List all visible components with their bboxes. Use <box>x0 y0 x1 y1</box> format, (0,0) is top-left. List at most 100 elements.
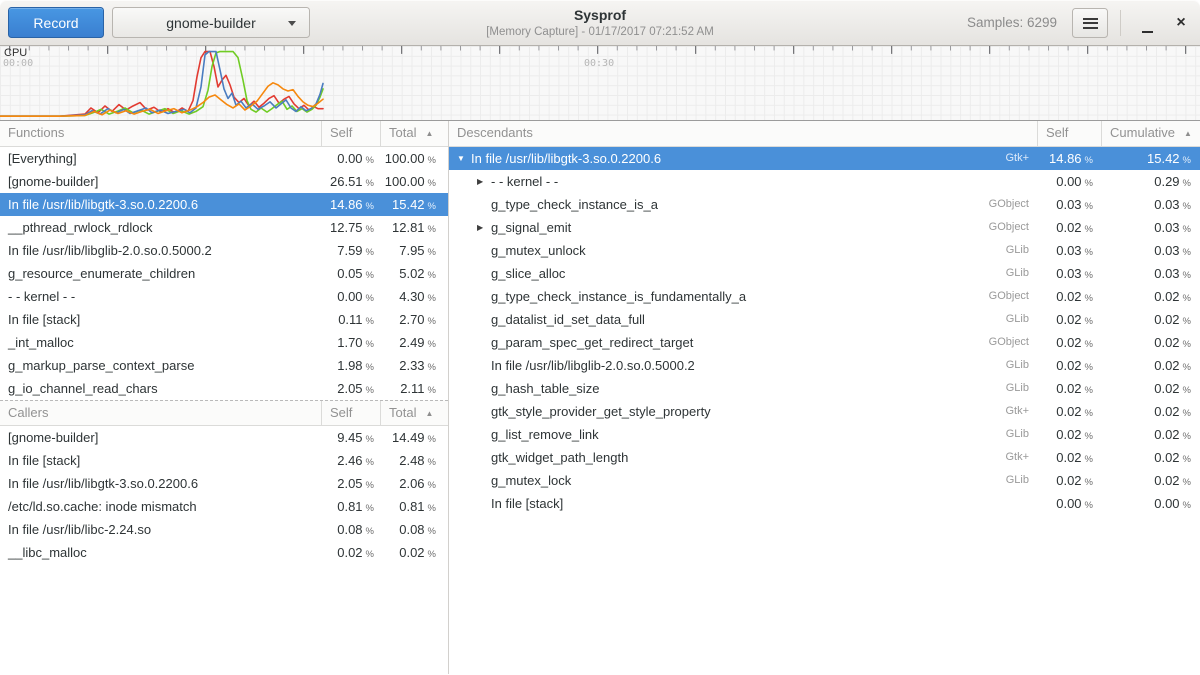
self-percent: 9.45% <box>321 426 380 449</box>
descendants-row[interactable]: g_mutex_lockGLib0.02%0.02% <box>449 469 1200 492</box>
descendants-row[interactable]: ▶- - kernel - -0.00%0.29% <box>449 170 1200 193</box>
descendants-row[interactable]: g_hash_table_sizeGLib0.02%0.02% <box>449 377 1200 400</box>
functions-row[interactable]: __pthread_rwlock_rdlock12.75%12.81% <box>0 216 448 239</box>
cpu-graph[interactable]: CPU 00:0000:30 <box>0 46 1200 121</box>
functions-row[interactable]: g_io_channel_read_chars2.05%2.11% <box>0 377 448 400</box>
symbol-name: g_markup_parse_context_parse <box>0 354 321 377</box>
column-header-descendants[interactable]: Descendants <box>449 121 1037 146</box>
symbol-name: g_list_remove_link <box>491 423 599 446</box>
percent-sign: % <box>366 293 374 304</box>
descendants-row[interactable]: In file [stack]0.00%0.00% <box>449 492 1200 515</box>
library-tag: GLib <box>1006 377 1037 400</box>
symbol-name: g_signal_emit <box>491 216 571 239</box>
sort-ascending-icon: ▲ <box>425 129 433 138</box>
percent-sign: % <box>428 457 436 468</box>
callers-row[interactable]: In file /usr/lib/libc-2.24.so0.08%0.08% <box>0 518 448 541</box>
descendants-row[interactable]: g_datalist_id_set_data_fullGLib0.02%0.02… <box>449 308 1200 331</box>
tree-cell: g_datalist_id_set_data_full <box>449 308 1006 331</box>
descendants-row[interactable]: ▶g_signal_emitGObject0.02%0.03% <box>449 216 1200 239</box>
percent-sign: % <box>428 201 436 212</box>
descendants-row[interactable]: g_mutex_unlockGLib0.03%0.03% <box>449 239 1200 262</box>
percent-sign: % <box>428 247 436 258</box>
total-percent: 15.42% <box>380 193 448 216</box>
descendants-row[interactable]: ▼In file /usr/lib/libgtk-3.so.0.2200.6Gt… <box>449 147 1200 170</box>
callers-row[interactable]: [gnome-builder]9.45%14.49% <box>0 426 448 449</box>
cumulative-percent: 0.02% <box>1101 285 1200 308</box>
descendants-row[interactable]: In file /usr/lib/libglib-2.0.so.0.5000.2… <box>449 354 1200 377</box>
descendants-row[interactable]: g_type_check_instance_is_fundamentally_a… <box>449 285 1200 308</box>
column-header-cumulative[interactable]: Cumulative▲ <box>1101 121 1200 146</box>
symbol-name: In file /usr/lib/libc-2.24.so <box>0 518 321 541</box>
column-header-self[interactable]: Self <box>321 121 380 146</box>
descendants-row[interactable]: gtk_widget_path_lengthGtk+0.02%0.02% <box>449 446 1200 469</box>
percent-sign: % <box>1183 224 1191 235</box>
percent-sign: % <box>366 480 374 491</box>
library-tag: GObject <box>989 193 1037 216</box>
descendants-row[interactable]: g_slice_allocGLib0.03%0.03% <box>449 262 1200 285</box>
descendants-row[interactable]: g_type_check_instance_is_aGObject0.03%0.… <box>449 193 1200 216</box>
symbol-name: [gnome-builder] <box>0 170 321 193</box>
callers-row[interactable]: In file /usr/lib/libgtk-3.so.0.2200.62.0… <box>0 472 448 495</box>
cumulative-percent: 0.02% <box>1101 400 1200 423</box>
percent-sign: % <box>366 503 374 514</box>
total-percent: 2.11% <box>380 377 448 400</box>
expander-collapsed-icon[interactable]: ▶ <box>477 216 491 239</box>
cumulative-percent: 0.02% <box>1101 469 1200 492</box>
descendants-row[interactable]: gtk_style_provider_get_style_propertyGtk… <box>449 400 1200 423</box>
callers-row[interactable]: __libc_malloc0.02%0.02% <box>0 541 448 564</box>
minimize-button[interactable] <box>1134 9 1160 37</box>
descendants-table-body: ▼In file /usr/lib/libgtk-3.so.0.2200.6Gt… <box>449 147 1200 515</box>
column-header-total[interactable]: Total▲ <box>380 121 448 146</box>
percent-sign: % <box>366 201 374 212</box>
record-button[interactable]: Record <box>8 7 104 38</box>
total-percent: 0.02% <box>380 541 448 564</box>
self-percent: 0.00% <box>1037 492 1101 515</box>
column-header-self[interactable]: Self <box>1037 121 1101 146</box>
symbol-name: g_io_channel_read_chars <box>0 377 321 400</box>
close-button[interactable]: × <box>1168 9 1194 37</box>
process-selector-dropdown[interactable]: gnome-builder <box>112 7 310 38</box>
percent-sign: % <box>1183 362 1191 373</box>
functions-row[interactable]: In file /usr/lib/libglib-2.0.so.0.5000.2… <box>0 239 448 262</box>
expander-collapsed-icon[interactable]: ▶ <box>477 170 491 193</box>
callers-row[interactable]: /etc/ld.so.cache: inode mismatch0.81%0.8… <box>0 495 448 518</box>
functions-row[interactable]: [gnome-builder]26.51%100.00% <box>0 170 448 193</box>
descendants-row[interactable]: g_param_spec_get_redirect_targetGObject0… <box>449 331 1200 354</box>
symbol-name: In file /usr/lib/libgtk-3.so.0.2200.6 <box>0 472 321 495</box>
tree-cell: ▼In file /usr/lib/libgtk-3.so.0.2200.6 <box>449 147 1005 170</box>
percent-sign: % <box>428 480 436 491</box>
functions-row[interactable]: _int_malloc1.70%2.49% <box>0 331 448 354</box>
self-percent: 0.03% <box>1037 193 1101 216</box>
percent-sign: % <box>1183 178 1191 189</box>
descendants-row[interactable]: g_list_remove_linkGLib0.02%0.02% <box>449 423 1200 446</box>
functions-row[interactable]: - - kernel - -0.00%4.30% <box>0 285 448 308</box>
library-tag <box>1029 492 1037 515</box>
percent-sign: % <box>1183 201 1191 212</box>
self-percent: 12.75% <box>321 216 380 239</box>
callers-row[interactable]: In file [stack]2.46%2.48% <box>0 449 448 472</box>
self-percent: 1.98% <box>321 354 380 377</box>
percent-sign: % <box>1183 500 1191 511</box>
column-header-callers[interactable]: Callers <box>0 401 321 425</box>
percent-sign: % <box>1085 270 1093 281</box>
column-header-functions[interactable]: Functions <box>0 121 321 146</box>
self-percent: 0.02% <box>1037 216 1101 239</box>
library-tag <box>1029 170 1037 193</box>
percent-sign: % <box>1183 316 1191 327</box>
tree-cell: ▶g_signal_emit <box>449 216 989 239</box>
column-header-self[interactable]: Self <box>321 401 380 425</box>
self-percent: 14.86% <box>321 193 380 216</box>
functions-row[interactable]: In file /usr/lib/libgtk-3.so.0.2200.614.… <box>0 193 448 216</box>
functions-row[interactable]: [Everything]0.00%100.00% <box>0 147 448 170</box>
menu-button[interactable] <box>1072 8 1108 38</box>
column-header-total[interactable]: Total▲ <box>380 401 448 425</box>
functions-row[interactable]: g_markup_parse_context_parse1.98%2.33% <box>0 354 448 377</box>
sort-ascending-icon: ▲ <box>425 409 433 418</box>
functions-row[interactable]: In file [stack]0.11%2.70% <box>0 308 448 331</box>
symbol-name: [Everything] <box>0 147 321 170</box>
cumulative-percent: 0.03% <box>1101 193 1200 216</box>
percent-sign: % <box>366 526 374 537</box>
expander-expanded-icon[interactable]: ▼ <box>457 147 471 170</box>
percent-sign: % <box>1085 500 1093 511</box>
functions-row[interactable]: g_resource_enumerate_children0.05%5.02% <box>0 262 448 285</box>
